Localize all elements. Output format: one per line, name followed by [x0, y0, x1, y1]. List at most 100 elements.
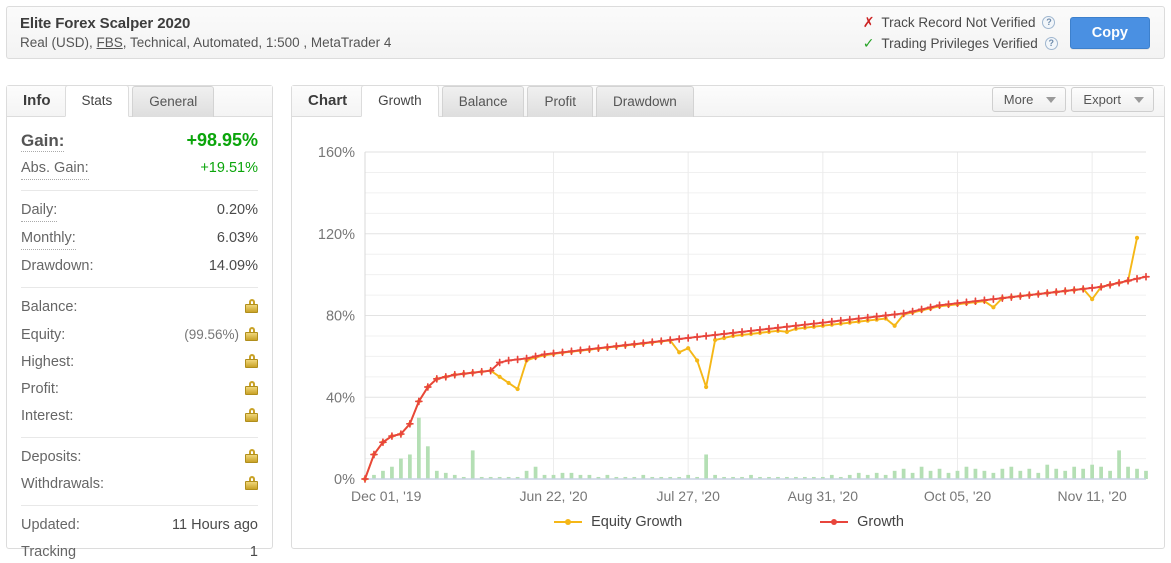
page-title: Elite Forex Scalper 2020: [20, 14, 191, 32]
svg-text:40%: 40%: [326, 390, 355, 406]
stat-label-equity: Equity:: [21, 327, 66, 343]
stat-label-gain[interactable]: Gain:: [21, 130, 65, 152]
stat-value-highest: [241, 352, 258, 373]
stat-label-monthly[interactable]: Monthly:: [21, 228, 76, 250]
svg-text:Aug 31, '20: Aug 31, '20: [788, 488, 859, 504]
svg-text:80%: 80%: [326, 309, 355, 325]
stat-row-gain: Gain: +98.95%: [21, 127, 258, 155]
stat-label-drawdown[interactable]: Drawdown:: [21, 256, 94, 277]
chart-panel: Chart Growth Balance Profit Drawdown Mor…: [291, 85, 1165, 549]
lock-icon: [245, 381, 258, 395]
stat-row-abs-gain: Abs. Gain: +19.51%: [21, 155, 258, 183]
stat-value-abs-gain: +19.51%: [200, 160, 258, 176]
account-meta-prefix: Real (USD),: [20, 34, 97, 50]
tab-balance[interactable]: Balance: [441, 86, 525, 117]
export-button-label: Export: [1083, 92, 1121, 107]
stat-row-drawdown: Drawdown: 14.09%: [21, 253, 258, 280]
export-button[interactable]: Export: [1071, 87, 1154, 112]
divider: [21, 190, 258, 191]
equity-percent: (99.56%): [184, 327, 239, 342]
stat-row-equity: Equity: (99.56%): [21, 321, 258, 349]
account-identity: Elite Forex Scalper 2020 Real (USD), FBS…: [7, 14, 391, 52]
legend-item-equity-growth[interactable]: Equity Growth: [554, 514, 682, 530]
chart-tabbar: Chart Growth Balance Profit Drawdown Mor…: [292, 85, 1164, 117]
stat-value-profit: [241, 379, 258, 400]
divider: [21, 287, 258, 288]
growth-chart[interactable]: 0% 40% 80% 120% 160% Dec 01, '19 Jun 22, '20 Ju…: [292, 117, 1166, 548]
chart-canvas: 0% 40% 80% 120% 160% Dec 01, '19 Jun 22, '20 Ju…: [318, 145, 1150, 504]
stat-row-deposits: Deposits:: [21, 444, 258, 471]
legend-item-growth[interactable]: Growth: [820, 514, 904, 530]
stat-label-updated: Updated:: [21, 517, 80, 533]
verification-privileges: ✓ Trading Privileges Verified ?: [863, 33, 1058, 54]
copy-button[interactable]: Copy: [1069, 16, 1150, 49]
lock-icon: [245, 299, 258, 313]
lock-icon: [245, 449, 258, 463]
stat-value-withdrawals: [241, 474, 258, 495]
stat-value-tracking: 1: [249, 544, 258, 560]
tab-profit[interactable]: Profit: [527, 86, 593, 117]
legend-swatch-equity-growth: [554, 517, 583, 527]
help-icon-privileges[interactable]: ?: [1044, 36, 1058, 50]
stat-row-highest: Highest:: [21, 349, 258, 376]
stat-value-balance: [241, 297, 258, 318]
check-icon: ✓: [862, 35, 875, 51]
info-panel-title: Info: [23, 92, 51, 109]
chart-legend: Equity Growth Growth: [292, 514, 1166, 530]
stat-value-drawdown: 14.09%: [208, 258, 258, 274]
legend-swatch-growth: [820, 517, 849, 527]
stat-row-updated: Updated: 11 Hours ago: [21, 512, 258, 539]
stat-row-balance: Balance:: [21, 294, 258, 321]
stat-row-daily: Daily: 0.20%: [21, 197, 258, 225]
stat-row-monthly: Monthly: 6.03%: [21, 225, 258, 253]
info-tabbar: Info Stats General: [7, 85, 272, 117]
tab-drawdown[interactable]: Drawdown: [596, 86, 694, 117]
lock-icon: [245, 327, 258, 341]
lock-icon: [245, 476, 258, 490]
tab-stats[interactable]: Stats: [64, 85, 130, 117]
legend-label-equity-growth: Equity Growth: [591, 514, 683, 530]
chart-panel-title: Chart: [308, 92, 348, 109]
chevron-down-icon: [1134, 96, 1144, 103]
stat-label-interest: Interest:: [21, 408, 74, 424]
svg-text:Dec 01, '19: Dec 01, '19: [351, 488, 422, 504]
cross-icon: ✗: [862, 14, 875, 30]
stat-row-tracking: Tracking 1: [21, 539, 258, 563]
stat-value-daily: 0.20%: [216, 202, 258, 218]
stat-label-deposits: Deposits:: [21, 449, 82, 465]
verification-block: ✗ Track Record Not Verified ? ✓ Trading …: [863, 12, 1070, 54]
svg-text:0%: 0%: [334, 472, 355, 488]
stats-list: Gain: +98.95% Abs. Gain: +19.51% Daily: …: [7, 117, 272, 563]
stat-row-interest: Interest:: [21, 403, 258, 430]
account-page: Elite Forex Scalper 2020 Real (USD), FBS…: [0, 0, 1171, 563]
svg-text:160%: 160%: [318, 145, 355, 161]
stat-label-abs-gain[interactable]: Abs. Gain:: [21, 158, 89, 180]
help-icon-track-record[interactable]: ?: [1042, 15, 1056, 29]
tab-general[interactable]: General: [132, 86, 215, 117]
verification-track-record-label: Track Record Not Verified: [881, 14, 1036, 30]
more-button[interactable]: More: [991, 87, 1067, 112]
divider: [21, 505, 258, 506]
stat-row-profit: Profit:: [21, 376, 258, 403]
tab-growth[interactable]: Growth: [361, 85, 439, 117]
divider: [21, 437, 258, 438]
more-button-label: More: [1003, 92, 1034, 107]
svg-text:120%: 120%: [318, 227, 355, 243]
stat-label-daily[interactable]: Daily:: [21, 200, 58, 222]
svg-text:Jun 22, '20: Jun 22, '20: [519, 488, 587, 504]
lock-icon: [245, 354, 258, 368]
stat-label-balance: Balance:: [21, 299, 78, 315]
svg-text:Oct 05, '20: Oct 05, '20: [924, 488, 991, 504]
broker-link[interactable]: FBS: [97, 35, 123, 50]
legend-label-growth: Growth: [857, 514, 904, 530]
stat-value-interest: [241, 406, 258, 427]
stat-label-withdrawals: Withdrawals:: [21, 476, 104, 492]
chart-actions: More Export: [991, 87, 1164, 116]
account-header: Elite Forex Scalper 2020 Real (USD), FBS…: [6, 6, 1165, 59]
stat-value-equity: (99.56%): [184, 324, 258, 346]
stat-label-tracking: Tracking: [21, 544, 77, 560]
stat-label-highest: Highest:: [21, 354, 75, 370]
verification-track-record: ✗ Track Record Not Verified ?: [863, 12, 1058, 33]
stat-value-deposits: [241, 447, 258, 468]
stat-value-updated: 11 Hours ago: [172, 517, 258, 533]
